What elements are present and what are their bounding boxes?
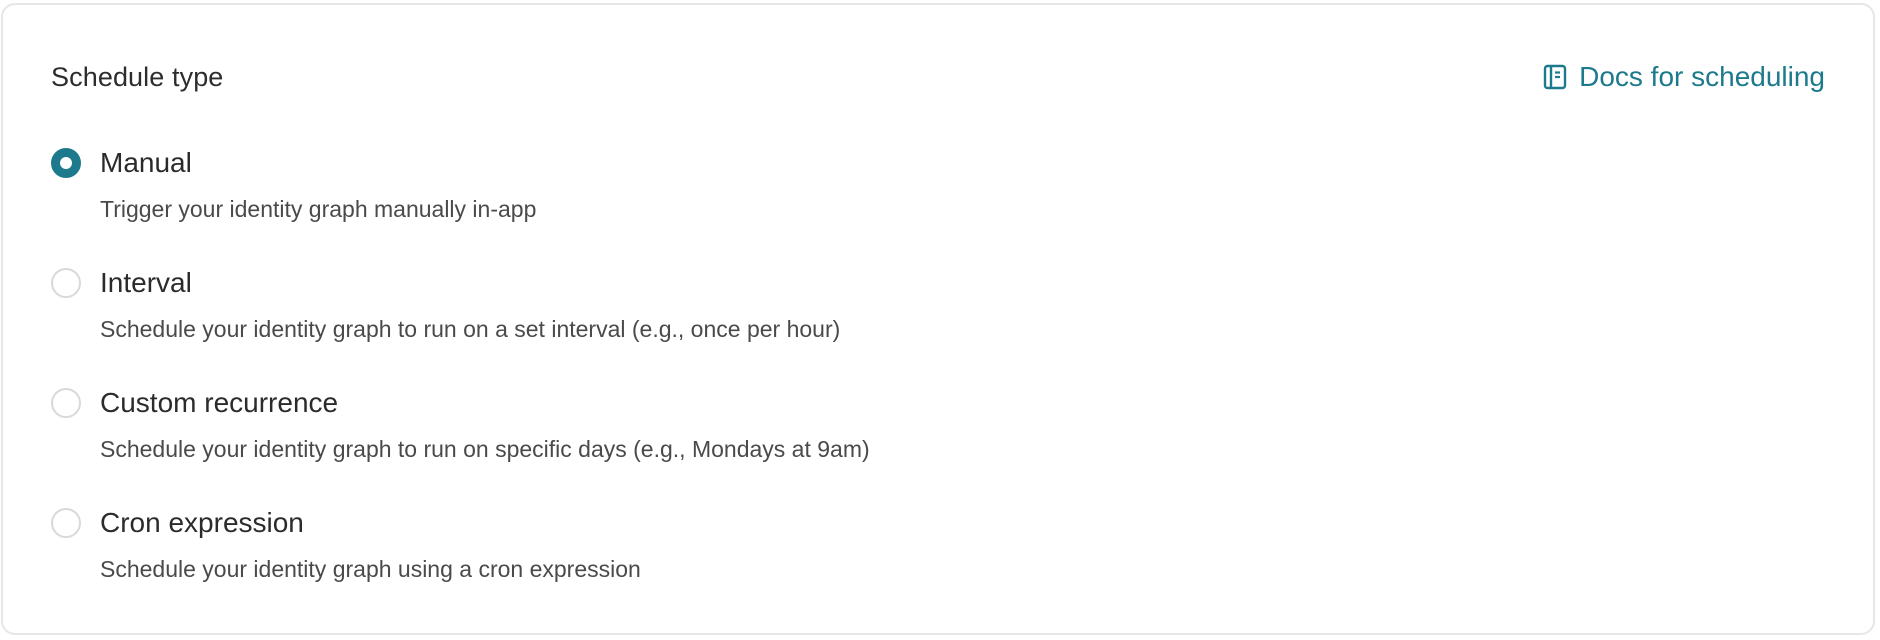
docs-link-label: Docs for scheduling [1579, 61, 1825, 92]
option-description: Schedule your identity graph to run on s… [100, 436, 870, 462]
radio-interval[interactable] [51, 268, 81, 298]
option-cron-expression[interactable]: Cron expression Schedule your identity g… [51, 503, 1251, 623]
option-label: Interval [100, 267, 192, 298]
card-header: Schedule type Docs for scheduling [51, 57, 1825, 97]
schedule-type-card: Schedule type Docs for scheduling Manual… [1, 3, 1875, 635]
option-custom-recurrence[interactable]: Custom recurrence Schedule your identity… [51, 383, 1251, 503]
option-manual[interactable]: Manual Trigger your identity graph manua… [51, 143, 1251, 263]
option-label: Cron expression [100, 507, 304, 538]
radio-custom-recurrence[interactable] [51, 388, 81, 418]
section-title: Schedule type [51, 61, 224, 92]
radio-manual[interactable] [51, 148, 81, 178]
book-icon [1543, 64, 1567, 90]
docs-for-scheduling-link[interactable]: Docs for scheduling [1543, 61, 1825, 93]
option-description: Schedule your identity graph using a cro… [100, 556, 641, 582]
option-description: Trigger your identity graph manually in-… [100, 196, 537, 222]
option-interval[interactable]: Interval Schedule your identity graph to… [51, 263, 1251, 383]
option-description: Schedule your identity graph to run on a… [100, 316, 841, 342]
radio-cron-expression[interactable] [51, 508, 81, 538]
schedule-type-radio-group: Manual Trigger your identity graph manua… [51, 143, 1251, 623]
option-label: Custom recurrence [100, 387, 339, 418]
option-label: Manual [100, 147, 192, 178]
